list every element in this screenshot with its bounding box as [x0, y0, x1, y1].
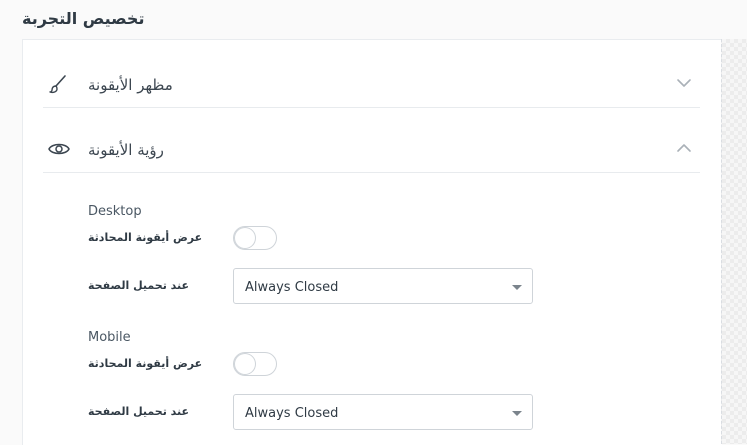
- section-icon-visibility[interactable]: رؤية الأيقونة: [43, 108, 700, 173]
- desktop-on-load-value: Always Closed: [245, 280, 339, 295]
- mobile-on-load-label: عند تحميل الصفحة: [88, 405, 190, 418]
- mobile-on-load-select[interactable]: Always Closed: [233, 394, 533, 430]
- page-title: تخصيص التجربة: [22, 9, 145, 28]
- caret-down-icon: [512, 285, 522, 290]
- eye-icon: [48, 143, 70, 155]
- desktop-show-icon-label: عرض أيقونة المحادثة: [88, 231, 203, 244]
- chevron-up-icon[interactable]: [676, 140, 692, 156]
- chevron-down-icon[interactable]: [676, 75, 692, 91]
- desktop-group-label: Desktop: [88, 204, 142, 219]
- section-icon-appearance[interactable]: مظهر الأيقونة: [43, 43, 700, 108]
- toggle-knob: [235, 228, 255, 248]
- mobile-show-icon-label: عرض أيقونة المحادثة: [88, 357, 203, 370]
- mobile-on-load-value: Always Closed: [245, 406, 339, 421]
- toggle-knob: [235, 354, 255, 374]
- mobile-group-label: Mobile: [88, 330, 131, 345]
- brush-icon: [49, 75, 66, 94]
- preview-area: [721, 39, 747, 444]
- mobile-show-icon-toggle[interactable]: [233, 352, 277, 376]
- desktop-on-load-select[interactable]: Always Closed: [233, 268, 533, 304]
- desktop-on-load-label: عند تحميل الصفحة: [88, 279, 190, 292]
- caret-down-icon: [512, 411, 522, 416]
- section-label-icon-visibility: رؤية الأيقونة: [88, 141, 164, 159]
- section-label-icon-appearance: مظهر الأيقونة: [88, 76, 173, 94]
- desktop-show-icon-toggle[interactable]: [233, 226, 277, 250]
